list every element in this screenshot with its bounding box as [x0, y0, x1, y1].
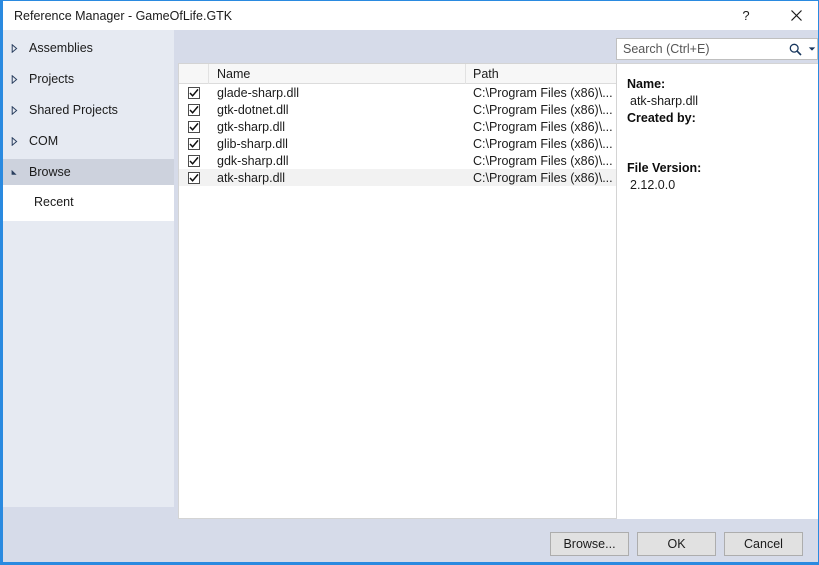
chevron-right-icon: [11, 105, 24, 115]
sidebar-subitem-label: Recent: [34, 195, 74, 209]
row-checkbox[interactable]: [179, 103, 209, 116]
checkmark-icon: [188, 103, 200, 116]
row-path: C:\Program Files (x86)\...: [473, 102, 613, 117]
sidebar-item-label: Projects: [29, 72, 75, 86]
window-title: Reference Manager - GameOfLife.GTK: [14, 8, 233, 23]
column-header-name[interactable]: Name: [209, 63, 466, 84]
list-body: glade-sharp.dll C:\Program Files (x86)\..…: [179, 84, 616, 186]
chevron-down-icon[interactable]: [805, 46, 818, 52]
detail-created-by-label: Created by:: [627, 111, 696, 125]
row-path: C:\Program Files (x86)\...: [473, 119, 613, 134]
cancel-button[interactable]: Cancel: [724, 532, 803, 556]
reference-manager-dialog: Reference Manager - GameOfLife.GTK ? Ass…: [0, 0, 819, 565]
chevron-right-icon: [11, 43, 24, 53]
row-checkbox[interactable]: [179, 120, 209, 133]
row-name: glib-sharp.dll: [217, 136, 288, 151]
sidebar-item-assemblies[interactable]: Assemblies: [3, 35, 174, 61]
sidebar-item-projects[interactable]: Projects: [3, 66, 174, 92]
row-name: gdk-sharp.dll: [217, 153, 289, 168]
chevron-down-icon: [11, 169, 24, 176]
list-header-row: Name Path: [179, 63, 616, 84]
sidebar: Assemblies Projects Shared Projects COM: [3, 30, 174, 507]
detail-file-version-value: 2.12.0.0: [630, 178, 676, 192]
chevron-right-icon: [11, 74, 24, 84]
detail-created-by-value: [627, 127, 808, 144]
column-header-checkbox[interactable]: [179, 63, 209, 84]
ok-button[interactable]: OK: [637, 532, 716, 556]
checkmark-icon: [188, 86, 200, 99]
table-row[interactable]: gdk-sharp.dll C:\Program Files (x86)\...: [179, 152, 616, 169]
close-button[interactable]: [775, 1, 817, 30]
row-name: glade-sharp.dll: [217, 85, 299, 100]
checkmark-icon: [188, 120, 200, 133]
row-path: C:\Program Files (x86)\...: [473, 153, 613, 168]
chevron-right-icon: [11, 136, 24, 146]
row-checkbox[interactable]: [179, 171, 209, 184]
detail-name-label: Name:: [627, 77, 666, 91]
row-name: gtk-dotnet.dll: [217, 102, 289, 117]
row-checkbox[interactable]: [179, 154, 209, 167]
detail-spacer: [627, 144, 808, 160]
row-path: C:\Program Files (x86)\...: [473, 136, 613, 151]
table-row[interactable]: atk-sharp.dll C:\Program Files (x86)\...: [179, 169, 616, 186]
sidebar-subitem-recent[interactable]: Recent: [3, 191, 174, 213]
help-button[interactable]: ?: [725, 1, 767, 30]
close-icon: [790, 10, 802, 21]
sidebar-item-browse[interactable]: Browse: [3, 159, 174, 185]
row-checkbox[interactable]: [179, 137, 209, 150]
detail-pane: Name: atk-sharp.dll Created by: File Ver…: [616, 63, 818, 519]
title-bar: Reference Manager - GameOfLife.GTK ?: [3, 1, 818, 30]
help-label: ?: [742, 8, 750, 23]
table-row[interactable]: gtk-dotnet.dll C:\Program Files (x86)\...: [179, 101, 616, 118]
dialog-footer: Browse... OK Cancel: [3, 525, 818, 563]
magnifier-icon[interactable]: [786, 43, 805, 56]
row-path: C:\Program Files (x86)\...: [473, 85, 613, 100]
detail-name-value: atk-sharp.dll: [630, 94, 699, 108]
sidebar-item-com[interactable]: COM: [3, 128, 174, 154]
sidebar-item-label: Shared Projects: [29, 103, 118, 117]
row-name: gtk-sharp.dll: [217, 119, 286, 134]
row-path: C:\Program Files (x86)\...: [473, 170, 613, 185]
row-checkbox[interactable]: [179, 86, 209, 99]
table-row[interactable]: glib-sharp.dll C:\Program Files (x86)\...: [179, 135, 616, 152]
sidebar-sub-panel: Recent: [3, 185, 174, 221]
sidebar-item-label: Assemblies: [29, 41, 93, 55]
checkmark-icon: [188, 171, 200, 184]
column-header-path[interactable]: Path: [466, 64, 616, 84]
reference-list: Name Path glade-sharp.dll C:\Program File…: [178, 63, 616, 519]
search-input[interactable]: [617, 39, 786, 59]
checkmark-icon: [188, 154, 200, 167]
browse-button[interactable]: Browse...: [550, 532, 629, 556]
detail-file-version-label: File Version:: [627, 161, 702, 175]
table-row[interactable]: glade-sharp.dll C:\Program Files (x86)\..…: [179, 84, 616, 101]
row-name: atk-sharp.dll: [217, 170, 286, 185]
checkmark-icon: [188, 137, 200, 150]
search-box[interactable]: [616, 38, 818, 60]
sidebar-item-label: Browse: [29, 165, 71, 179]
sidebar-item-shared-projects[interactable]: Shared Projects: [3, 97, 174, 123]
sidebar-item-label: COM: [29, 134, 59, 148]
table-row[interactable]: gtk-sharp.dll C:\Program Files (x86)\...: [179, 118, 616, 135]
